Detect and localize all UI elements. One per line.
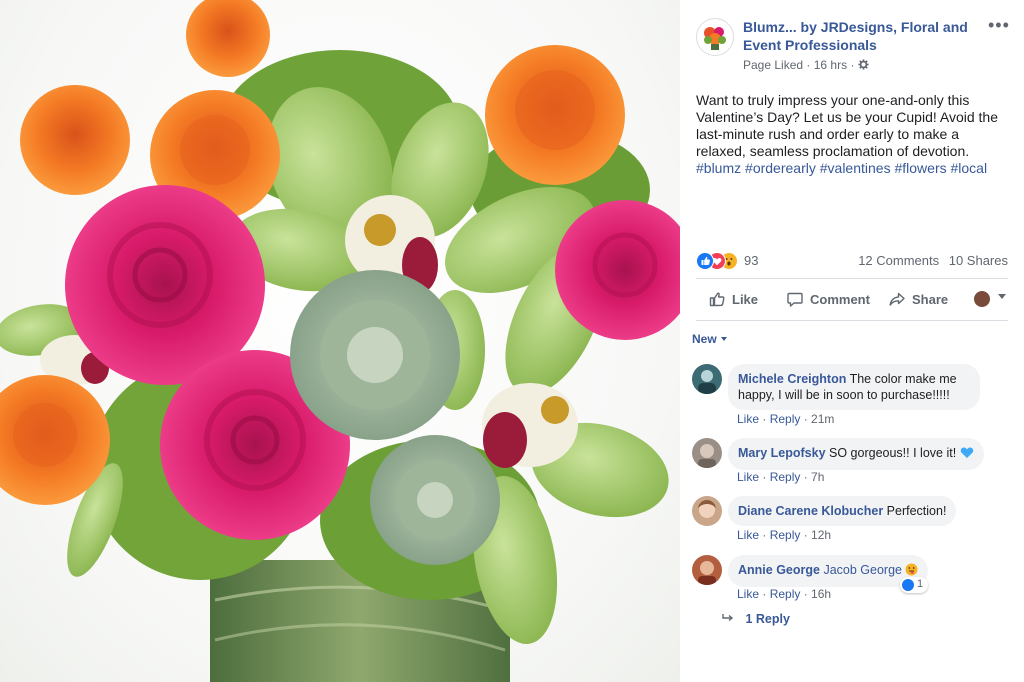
tagged-user-link[interactable]: Jacob George — [823, 563, 902, 577]
post-meta: Page Liked · 16 hrs · — [743, 58, 869, 72]
flower-arrangement-image — [0, 0, 680, 682]
chevron-down-icon[interactable] — [998, 294, 1006, 299]
hashtag-link[interactable]: #local — [951, 160, 988, 176]
comment-reply-link[interactable]: Reply — [770, 470, 801, 484]
reply-arrow-icon — [722, 612, 734, 626]
comment-author[interactable]: Mary Lepofsky — [738, 446, 826, 460]
comment-time[interactable]: 16h — [811, 587, 831, 601]
comment-like-link[interactable]: Like — [737, 470, 759, 484]
hashtag-link[interactable]: #blumz — [696, 160, 741, 176]
comment-like-link[interactable]: Like — [737, 587, 759, 601]
blue-heart-icon — [960, 446, 974, 463]
comment-text: Perfection! — [886, 504, 947, 518]
share-button-label: Share — [912, 291, 949, 307]
comment-bubble: Diane Carene Klobucher Perfection! — [728, 496, 957, 526]
comment-time[interactable]: 12h — [811, 528, 831, 542]
divider — [696, 320, 1008, 321]
meta-separator: · — [850, 58, 855, 72]
comment-actions: Like · Reply · 21m — [737, 412, 835, 426]
post-text: Want to truly impress your one-and-only … — [696, 92, 1012, 177]
page-liked-label[interactable]: Page Liked — [743, 58, 803, 72]
comment-count-link[interactable]: 12 Comments — [858, 253, 939, 268]
thumbs-up-icon — [709, 292, 725, 307]
comment-actions: Like · Reply · 16h — [737, 587, 832, 601]
post-body: Want to truly impress your one-and-only … — [696, 92, 998, 159]
speech-bubble-icon — [787, 292, 803, 307]
comment-author[interactable]: Michele Creighton — [738, 372, 846, 386]
more-options-button[interactable]: ••• — [988, 15, 1010, 35]
hashtag-link[interactable]: #valentines — [820, 160, 891, 176]
like-reaction-icon — [902, 579, 914, 591]
comment-reply-link[interactable]: Reply — [770, 412, 801, 426]
reaction-count: 93 — [744, 253, 759, 268]
meta-separator: · — [806, 58, 811, 72]
panel-bottom — [680, 630, 1024, 682]
post-photo[interactable] — [0, 0, 680, 682]
comment-time[interactable]: 7h — [811, 470, 824, 484]
page-name[interactable]: Blumz... by JRDesigns, Floral and Event … — [743, 18, 973, 54]
hashtag-link[interactable]: #flowers — [894, 160, 946, 176]
share-count-link[interactable]: 10 Shares — [949, 253, 1008, 268]
share-arrow-icon — [889, 292, 905, 306]
comments-shares: 12 Comments 10 Shares — [852, 253, 1008, 268]
post-actions: Like Comment Share — [696, 282, 1008, 316]
view-replies-link[interactable]: 1 Reply — [722, 612, 810, 626]
post-panel: Blumz... by JRDesigns, Floral and Event … — [680, 0, 1024, 630]
comment-reaction-badge[interactable]: 1 — [900, 577, 928, 593]
share-button[interactable]: Share — [888, 282, 948, 316]
avatar[interactable] — [692, 496, 722, 526]
comment-time[interactable]: 21m — [811, 412, 834, 426]
engagement-counts: 93 12 Comments 10 Shares — [696, 252, 1008, 270]
hashtag-link[interactable]: #orderearly — [745, 160, 816, 176]
avatar[interactable] — [692, 438, 722, 468]
comment-reply-link[interactable]: Reply — [770, 587, 801, 601]
comment-reaction-count: 1 — [917, 578, 924, 590]
comment-actions: Like · Reply · 12h — [737, 528, 832, 542]
sort-label: New — [692, 332, 717, 346]
comment-actions: Like · Reply · 7h — [737, 470, 825, 484]
viewer-avatar[interactable] — [974, 291, 990, 307]
gear-icon[interactable] — [858, 59, 869, 70]
comment-text: SO gorgeous!! I love it! — [829, 446, 957, 460]
comment-author[interactable]: Annie George — [738, 563, 820, 577]
ellipsis-icon: ••• — [988, 15, 1010, 35]
post-timestamp[interactable]: 16 hrs — [814, 58, 847, 72]
chevron-down-icon — [720, 337, 727, 341]
bouquet-avatar-icon — [698, 20, 732, 54]
page-avatar[interactable] — [696, 18, 734, 56]
comment-author[interactable]: Diane Carene Klobucher — [738, 504, 883, 518]
comment-button-label: Comment — [810, 291, 870, 307]
divider — [696, 278, 1008, 279]
comment-bubble: Michele Creighton The color make me happ… — [728, 364, 980, 410]
reply-count-label: 1 Reply — [745, 612, 790, 626]
like-button-label: Like — [732, 291, 759, 307]
comment-reply-link[interactable]: Reply — [770, 528, 801, 542]
comment-sort-dropdown[interactable]: New — [692, 332, 727, 346]
comment-button[interactable]: Comment — [786, 282, 870, 316]
comment-like-link[interactable]: Like — [737, 412, 759, 426]
comment-bubble: Mary Lepofsky SO gorgeous!! I love it! — [728, 438, 984, 470]
avatar[interactable] — [692, 555, 722, 585]
like-reaction-icon — [696, 252, 714, 270]
like-button[interactable]: Like — [708, 282, 758, 316]
comment-bubble: Annie George Jacob George — [728, 555, 929, 587]
avatar[interactable] — [692, 364, 722, 394]
comment-like-link[interactable]: Like — [737, 528, 759, 542]
